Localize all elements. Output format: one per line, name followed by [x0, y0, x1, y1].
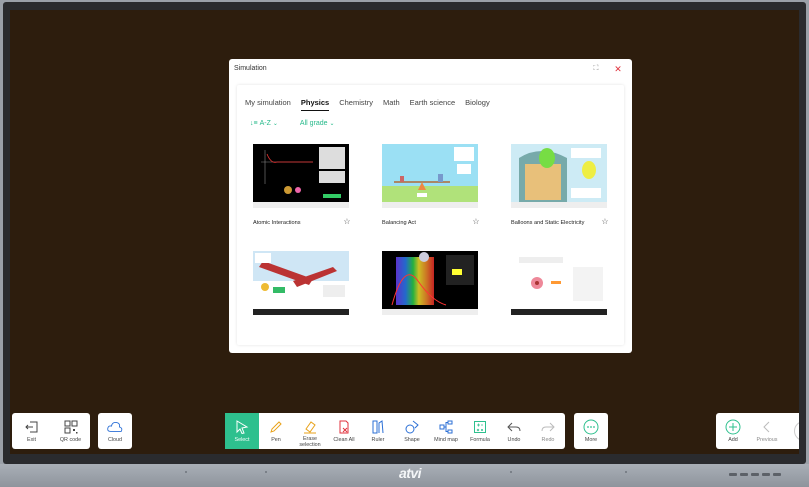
toolbar-center-group: Select Pen Erase selection Clean All Rul… — [225, 413, 565, 449]
erase-selection-label: Erase selection — [299, 436, 321, 449]
select-label: Select — [234, 437, 250, 443]
mind-map-button[interactable]: Mind map — [429, 413, 463, 449]
formula-icon — [472, 419, 488, 435]
bezel-dot — [625, 471, 627, 473]
undo-button[interactable]: Undo — [497, 413, 531, 449]
tab-my-simulation[interactable]: My simulation — [245, 98, 291, 111]
chevron-down-icon: ⌄ — [272, 121, 278, 127]
tab-biology[interactable]: Biology — [465, 98, 490, 111]
ruler-icon — [370, 419, 386, 435]
simulation-thumbnail — [511, 251, 607, 315]
favorite-star-icon[interactable]: ☆ — [342, 217, 352, 226]
qr-code-icon — [63, 419, 79, 435]
cloud-button[interactable]: Cloud — [98, 413, 132, 449]
favorite-star-icon[interactable]: ☆ — [471, 217, 481, 226]
grade-dropdown[interactable]: All grade ⌄ — [300, 120, 335, 127]
sort-icon: ↓≡ — [250, 120, 258, 127]
pen-label: Pen — [271, 437, 281, 443]
mind-map-label: Mind map — [434, 437, 458, 443]
shape-label: Shape — [404, 437, 420, 443]
simulation-card[interactable]: Balloons and Static Electricity ☆ — [511, 144, 623, 226]
previous-icon — [759, 419, 775, 435]
simulation-thumbnail — [253, 251, 349, 315]
card-title: Balloons and Static Electricity — [511, 220, 585, 226]
tab-physics[interactable]: Physics — [300, 98, 330, 111]
mind-map-icon — [438, 419, 454, 435]
redo-label: Redo — [541, 437, 555, 443]
cloud-icon — [107, 419, 123, 435]
sort-label: A-Z — [259, 120, 271, 127]
chevron-down-icon: ⌄ — [329, 121, 335, 127]
page-indicator[interactable] — [794, 421, 799, 441]
toolbar-right-group: Add Previous — [716, 413, 799, 449]
erase-selection-button[interactable]: Erase selection — [293, 413, 327, 449]
exit-label: Exit — [27, 437, 36, 443]
formula-button[interactable]: Formula — [463, 413, 497, 449]
undo-icon — [506, 419, 522, 435]
add-page-icon — [725, 419, 741, 435]
device-ports — [729, 473, 781, 476]
more-label: More — [584, 437, 598, 443]
tab-earth-science[interactable]: Earth science — [410, 98, 455, 111]
close-icon[interactable]: ✕ — [613, 64, 623, 74]
toolbar-more-group: More — [574, 413, 608, 449]
exit-icon — [24, 419, 40, 435]
favorite-star-icon[interactable]: ☆ — [600, 217, 610, 226]
simulation-dialog: Simulation ⛶ ✕ My simulation Physics Che… — [229, 59, 632, 353]
simulation-card[interactable]: Atomic Interactions ☆ — [253, 144, 365, 226]
brand-logo: atvi — [398, 465, 422, 481]
ruler-label: Ruler — [371, 437, 385, 443]
add-label: Add — [728, 437, 738, 443]
previous-page-button[interactable]: Previous — [750, 413, 784, 449]
shape-button[interactable]: Shape — [395, 413, 429, 449]
add-page-button[interactable]: Add — [716, 413, 750, 449]
sort-dropdown[interactable]: ↓≡ A-Z ⌄ — [250, 120, 278, 127]
simulation-thumbnail — [382, 144, 478, 208]
simulation-thumbnail — [382, 251, 478, 315]
filter-bar: ↓≡ A-Z ⌄ All grade ⌄ — [250, 120, 335, 127]
tab-chemistry[interactable]: Chemistry — [339, 98, 373, 111]
toolbar-left-group: Exit QR code — [12, 413, 90, 449]
more-icon — [583, 419, 599, 435]
bezel-dot — [185, 471, 187, 473]
simulation-card[interactable]: Balancing Act ☆ — [382, 144, 494, 226]
simulation-card[interactable] — [382, 251, 494, 315]
card-title: Balancing Act — [382, 220, 416, 226]
toolbar-cloud-group: Cloud — [98, 413, 132, 449]
simulation-thumbnail — [253, 144, 349, 208]
qr-code-label: QR code — [59, 437, 82, 443]
clean-all-icon — [336, 419, 352, 435]
dialog-title: Simulation — [234, 65, 267, 72]
expand-icon[interactable]: ⛶ — [591, 64, 601, 74]
simulation-panel: My simulation Physics Chemistry Math Ear… — [237, 85, 624, 345]
exit-button[interactable]: Exit — [12, 413, 51, 449]
select-icon — [234, 419, 250, 435]
ruler-button[interactable]: Ruler — [361, 413, 395, 449]
whiteboard-screen[interactable]: Simulation ⛶ ✕ My simulation Physics Che… — [10, 10, 799, 454]
grade-label: All grade — [299, 120, 328, 127]
simulation-card[interactable] — [253, 251, 365, 315]
previous-label: Previous — [756, 437, 778, 443]
redo-icon — [540, 419, 556, 435]
formula-label: Formula — [470, 437, 490, 443]
card-title: Atomic Interactions — [253, 220, 301, 226]
simulation-thumbnail — [511, 144, 607, 208]
bezel-dot — [265, 471, 267, 473]
shape-icon — [404, 419, 420, 435]
tab-math[interactable]: Math — [383, 98, 400, 111]
undo-label: Undo — [507, 437, 521, 443]
simulation-card[interactable] — [511, 251, 623, 315]
subject-tabs: My simulation Physics Chemistry Math Ear… — [245, 98, 490, 111]
clean-all-button[interactable]: Clean All — [327, 413, 361, 449]
eraser-icon — [302, 419, 318, 434]
cloud-label: Cloud — [107, 437, 123, 443]
select-button[interactable]: Select — [225, 413, 259, 449]
more-button[interactable]: More — [574, 413, 608, 449]
bezel-dot — [510, 471, 512, 473]
clean-all-label: Clean All — [333, 437, 355, 443]
redo-button[interactable]: Redo — [531, 413, 565, 449]
pen-button[interactable]: Pen — [259, 413, 293, 449]
qr-code-button[interactable]: QR code — [51, 413, 90, 449]
pen-icon — [268, 419, 284, 435]
